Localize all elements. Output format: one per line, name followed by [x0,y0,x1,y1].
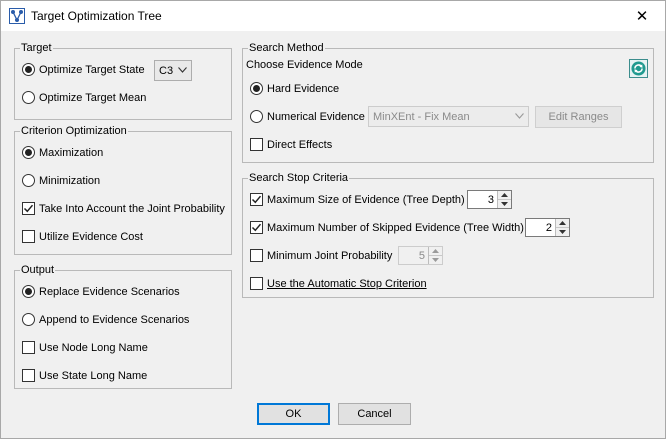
node-long-name-label: Use Node Long Name [39,341,148,354]
maximization-radio[interactable]: Maximization [22,146,103,159]
numerical-method-select[interactable]: MinXEnt - Fix Mean [368,106,529,127]
state-long-name-label: Use State Long Name [39,369,148,382]
unchecked-box-icon [22,230,35,243]
replace-scenarios-radio[interactable]: Replace Evidence Scenarios [22,285,180,298]
max-size-checkbox[interactable]: Maximum Size of Evidence (Tree Depth) [250,193,465,206]
checkmark-icon [250,221,263,234]
unchecked-box-icon [22,341,35,354]
stop-criteria-legend: Search Stop Criteria [248,171,350,185]
joint-probability-checkbox[interactable]: Take Into Account the Joint Probability [22,202,225,215]
optimize-mean-radio[interactable]: Optimize Target Mean [22,91,146,104]
evidence-cost-checkbox[interactable]: Utilize Evidence Cost [22,230,143,243]
radio-unselected-icon [22,174,35,187]
close-icon: ✕ [635,8,649,25]
checkmark-icon [250,193,263,206]
node-long-name-checkbox[interactable]: Use Node Long Name [22,341,148,354]
app-tree-icon [9,8,25,24]
radio-unselected-icon [250,110,263,123]
min-joint-checkbox[interactable]: Minimum Joint Probability [250,249,392,262]
unchecked-box-icon [250,277,263,290]
maximization-label: Maximization [39,146,104,159]
output-group: Output Replace Evidence Scenarios Append… [14,263,232,389]
max-skipped-label: Maximum Number of Skipped Evidence (Tree… [267,221,524,234]
unchecked-box-icon [250,138,263,151]
spin-down-icon[interactable] [429,256,442,264]
radio-unselected-icon [22,91,35,104]
max-skipped-spinner[interactable]: 2 [525,218,570,237]
spin-down-icon[interactable] [556,228,569,236]
max-size-spinner[interactable]: 3 [467,190,512,209]
stop-criteria-group: Search Stop Criteria Maximum Size of Evi… [242,171,654,298]
unchecked-box-icon [22,369,35,382]
window-title: Target Optimization Tree [31,9,162,23]
target-state-value: C3 [159,64,174,77]
minimization-label: Minimization [39,174,101,187]
max-skipped-value: 2 [545,221,552,234]
evidence-cost-label: Utilize Evidence Cost [39,230,143,243]
joint-probability-label: Take Into Account the Joint Probability [39,202,225,215]
radio-selected-icon [22,63,35,76]
chevron-down-icon [515,113,524,119]
optimize-mean-label: Optimize Target Mean [39,91,147,104]
min-joint-label: Minimum Joint Probability [267,249,393,262]
criterion-legend: Criterion Optimization [20,124,128,138]
target-state-select[interactable]: C3 [154,60,192,81]
edit-ranges-button[interactable]: Edit Ranges [535,106,622,128]
search-method-legend: Search Method [248,41,325,55]
target-group: Target Optimize Target State C3 Optimize… [14,41,232,120]
spin-up-icon[interactable] [498,191,511,200]
radio-unselected-icon [22,313,35,326]
max-size-value: 3 [487,193,494,206]
search-method-group: Search Method Choose Evidence Mode Hard … [242,41,654,163]
append-scenarios-label: Append to Evidence Scenarios [39,313,190,326]
radio-selected-icon [22,285,35,298]
radio-selected-icon [22,146,35,159]
hard-evidence-label: Hard Evidence [267,82,340,95]
append-scenarios-radio[interactable]: Append to Evidence Scenarios [22,313,189,326]
spin-up-icon[interactable] [429,247,442,256]
ok-button[interactable]: OK [257,403,330,425]
state-long-name-checkbox[interactable]: Use State Long Name [22,369,147,382]
close-button[interactable]: ✕ [619,1,665,31]
title-bar: Target Optimization Tree ✕ [1,1,665,31]
numerical-evidence-radio[interactable]: Numerical Evidence [250,110,365,123]
max-skipped-checkbox[interactable]: Maximum Number of Skipped Evidence (Tree… [250,221,524,234]
target-legend: Target [20,41,53,55]
numerical-method-value: MinXEnt - Fix Mean [373,110,470,123]
automatic-stop-checkbox[interactable]: Use the Automatic Stop Criterion [250,277,427,290]
min-joint-value: 5 [418,249,425,262]
unchecked-box-icon [250,249,263,262]
max-size-label: Maximum Size of Evidence (Tree Depth) [267,193,465,206]
choose-mode-label: Choose Evidence Mode [246,59,363,71]
cancel-button[interactable]: Cancel [338,403,411,425]
numerical-evidence-label: Numerical Evidence [267,110,365,123]
spin-down-icon[interactable] [498,200,511,208]
radio-selected-icon [250,82,263,95]
direct-effects-checkbox[interactable]: Direct Effects [250,138,332,151]
chevron-down-icon [178,67,187,73]
direct-effects-label: Direct Effects [267,138,333,151]
replace-scenarios-label: Replace Evidence Scenarios [39,285,180,298]
refresh-icon[interactable] [629,59,648,78]
criterion-group: Criterion Optimization Maximization Mini… [14,124,232,255]
output-legend: Output [20,263,56,277]
optimize-state-label: Optimize Target State [39,63,145,76]
spin-up-icon[interactable] [556,219,569,228]
minimization-radio[interactable]: Minimization [22,174,100,187]
automatic-stop-label: Use the Automatic Stop Criterion [267,277,427,290]
min-joint-spinner[interactable]: 5 [398,246,443,265]
checkmark-icon [22,202,35,215]
optimize-state-radio[interactable]: Optimize Target State [22,63,145,76]
dialog-window: Target Optimization Tree ✕ Target Optimi… [0,0,666,439]
hard-evidence-radio[interactable]: Hard Evidence [250,82,339,95]
